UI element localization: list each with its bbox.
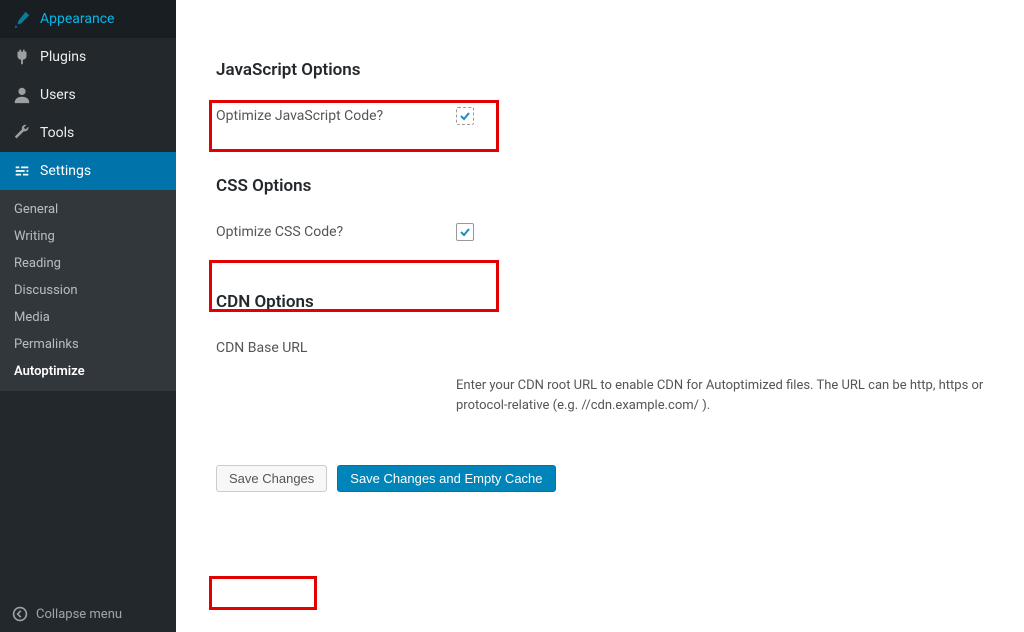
optimize-js-label: Optimize JavaScript Code? bbox=[216, 108, 456, 124]
cdn-options-heading: CDN Options bbox=[216, 292, 994, 312]
sidebar-item-settings[interactable]: Settings bbox=[0, 152, 176, 190]
sidebar-item-label: Settings bbox=[40, 163, 91, 179]
wrench-icon bbox=[12, 123, 32, 143]
sidebar-item-appearance[interactable]: Appearance bbox=[0, 0, 176, 38]
css-options-heading: CSS Options bbox=[216, 176, 994, 196]
submenu-item-general[interactable]: General bbox=[0, 196, 176, 223]
cdn-help-text: Enter your CDN root URL to enable CDN fo… bbox=[456, 376, 994, 415]
optimize-css-row: Optimize CSS Code? bbox=[216, 212, 994, 252]
admin-sidebar: Appearance Plugins Users Tools Settings … bbox=[0, 0, 176, 632]
submenu-item-writing[interactable]: Writing bbox=[0, 223, 176, 250]
settings-submenu: General Writing Reading Discussion Media… bbox=[0, 190, 176, 391]
submenu-item-media[interactable]: Media bbox=[0, 304, 176, 331]
sidebar-item-tools[interactable]: Tools bbox=[0, 114, 176, 152]
optimize-js-checkbox[interactable] bbox=[456, 107, 474, 125]
cdn-base-url-row: CDN Base URL bbox=[216, 328, 994, 368]
optimize-css-checkbox[interactable] bbox=[456, 223, 474, 241]
cdn-base-url-label: CDN Base URL bbox=[216, 340, 456, 356]
sidebar-item-label: Plugins bbox=[40, 49, 86, 65]
save-empty-cache-button[interactable]: Save Changes and Empty Cache bbox=[337, 465, 555, 492]
js-options-heading: JavaScript Options bbox=[216, 60, 994, 80]
submenu-item-permalinks[interactable]: Permalinks bbox=[0, 331, 176, 358]
sidebar-item-label: Users bbox=[40, 87, 76, 103]
optimize-css-label: Optimize CSS Code? bbox=[216, 224, 456, 240]
annotation-highlight bbox=[209, 576, 317, 610]
sidebar-item-users[interactable]: Users bbox=[0, 76, 176, 114]
save-changes-button[interactable]: Save Changes bbox=[216, 465, 327, 492]
button-row: Save Changes Save Changes and Empty Cach… bbox=[216, 465, 994, 492]
sidebar-item-plugins[interactable]: Plugins bbox=[0, 38, 176, 76]
submenu-item-discussion[interactable]: Discussion bbox=[0, 277, 176, 304]
user-icon bbox=[12, 85, 32, 105]
plug-icon bbox=[12, 47, 32, 67]
collapse-menu[interactable]: Collapse menu bbox=[0, 596, 176, 632]
brush-icon bbox=[12, 9, 32, 29]
submenu-item-reading[interactable]: Reading bbox=[0, 250, 176, 277]
settings-content: JavaScript Options Optimize JavaScript C… bbox=[176, 0, 1024, 632]
submenu-item-autoptimize[interactable]: Autoptimize bbox=[0, 358, 176, 385]
sliders-icon bbox=[12, 161, 32, 181]
collapse-icon bbox=[12, 606, 28, 622]
sidebar-item-label: Tools bbox=[40, 125, 74, 141]
optimize-js-row: Optimize JavaScript Code? bbox=[216, 96, 994, 136]
sidebar-item-label: Appearance bbox=[40, 11, 114, 27]
collapse-label: Collapse menu bbox=[36, 607, 122, 622]
